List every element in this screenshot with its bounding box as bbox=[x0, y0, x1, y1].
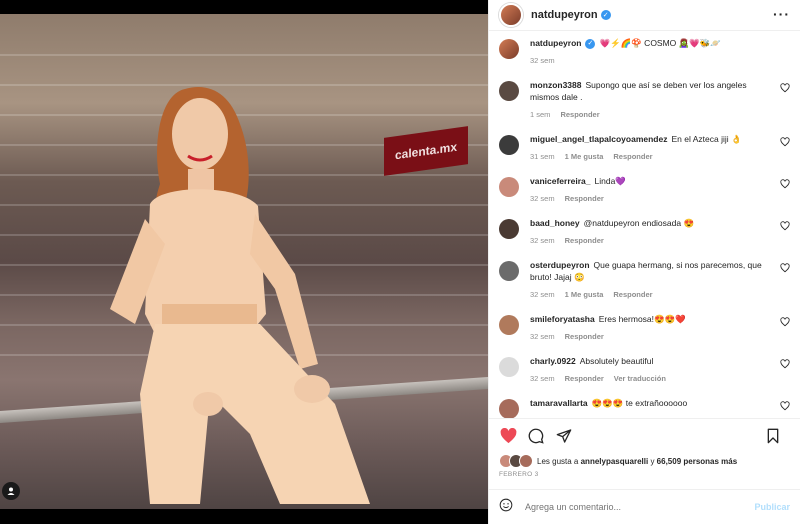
more-horizontal-icon[interactable]: ··· bbox=[773, 6, 790, 22]
woman-figure bbox=[110, 87, 370, 504]
comment-avatar[interactable] bbox=[499, 177, 519, 197]
comment-time[interactable]: 32 sem bbox=[530, 290, 555, 299]
likes-connector: y bbox=[650, 456, 655, 466]
reply-button[interactable]: Responder bbox=[565, 194, 604, 203]
comment-icon[interactable] bbox=[527, 427, 545, 445]
comment-like-icon[interactable] bbox=[780, 137, 790, 147]
comment-like-icon[interactable] bbox=[780, 317, 790, 327]
post-comment-button[interactable]: Publicar bbox=[754, 502, 790, 512]
comment-text: @natdupeyron endiosada 😍 bbox=[583, 218, 695, 228]
action-bar bbox=[489, 418, 800, 453]
reply-button[interactable]: Responder bbox=[565, 374, 604, 383]
comment-time[interactable]: 31 sem bbox=[530, 152, 555, 161]
comment-like-icon[interactable] bbox=[780, 359, 790, 369]
comment-likes[interactable]: 1 Me gusta bbox=[565, 290, 604, 299]
reply-button[interactable]: Responder bbox=[565, 332, 604, 341]
comment-avatar[interactable] bbox=[499, 81, 519, 101]
caption-time[interactable]: 32 sem bbox=[530, 56, 555, 65]
comment-text: 😍😍😍 te extrañoooooo bbox=[591, 398, 688, 408]
like-heart-icon[interactable] bbox=[499, 427, 517, 445]
likes-count[interactable]: 66,509 personas más bbox=[657, 457, 738, 466]
post-date[interactable]: FEBRERO 3 bbox=[489, 469, 800, 489]
comment-username[interactable]: baad_honey bbox=[530, 218, 580, 228]
comment-like-icon[interactable] bbox=[780, 221, 790, 231]
reply-button[interactable]: Responder bbox=[560, 110, 599, 119]
comment-avatar[interactable] bbox=[499, 399, 519, 418]
likes-prefix: Les gusta a bbox=[537, 456, 579, 466]
comment-time[interactable]: 32 sem bbox=[530, 236, 555, 245]
comment-item: miguel_angel_tlapalcoyoamendez En el Azte… bbox=[499, 133, 790, 163]
comment-item: monzon3388 Supongo que así se deben ver l… bbox=[499, 79, 790, 121]
comment-item: charly.0922 Absolutely beautiful 32 sem Res… bbox=[499, 355, 790, 385]
comment-avatar[interactable] bbox=[499, 315, 519, 335]
post-modal: calenta.mx natdupeyron ✓ ··· natdupeyron… bbox=[0, 0, 800, 524]
stadium-banner: calenta.mx bbox=[384, 126, 468, 176]
tag-user-icon[interactable] bbox=[2, 482, 20, 500]
translate-button[interactable]: Ver traducción bbox=[614, 374, 666, 383]
comment-text: Linda💜 bbox=[594, 176, 626, 186]
post-header: natdupeyron ✓ ··· bbox=[489, 0, 800, 31]
caption-avatar[interactable] bbox=[499, 39, 519, 59]
comment-username[interactable]: tamaravallarta bbox=[530, 398, 588, 408]
comment-like-icon[interactable] bbox=[780, 179, 790, 189]
bookmark-icon[interactable] bbox=[764, 427, 782, 445]
comment-like-icon[interactable] bbox=[780, 263, 790, 273]
comment-like-icon[interactable] bbox=[780, 83, 790, 93]
comment-text: Eres hermosa!😍😍❤️ bbox=[598, 314, 686, 324]
post-media: calenta.mx bbox=[0, 0, 488, 524]
emoji-icon[interactable] bbox=[499, 498, 513, 517]
comment-avatar[interactable] bbox=[499, 357, 519, 377]
comment-avatar[interactable] bbox=[499, 261, 519, 281]
reply-button[interactable]: Responder bbox=[565, 236, 604, 245]
comment-username[interactable]: charly.0922 bbox=[530, 356, 576, 366]
comment-username[interactable]: osterdupeyron bbox=[530, 260, 590, 270]
comment-username[interactable]: miguel_angel_tlapalcoyoamendez bbox=[530, 134, 667, 144]
likes-summary: Les gusta a annelypasquarelli y 66,509 p… bbox=[489, 453, 800, 469]
post-sidebar: natdupeyron ✓ ··· natdupeyron ✓ 💗⚡🌈🍄 COSMO… bbox=[488, 0, 800, 524]
comment-text: Absolutely beautiful bbox=[579, 356, 654, 366]
comment-username[interactable]: vaniceferreira_ bbox=[530, 176, 591, 186]
comment-time[interactable]: 32 sem bbox=[530, 374, 555, 383]
liker-avatar bbox=[519, 454, 533, 468]
comment-item: osterdupeyron Que guapa hermang, si nos p… bbox=[499, 259, 790, 301]
comment-username[interactable]: monzon3388 bbox=[530, 80, 582, 90]
comment-item: tamaravallarta 😍😍😍 te extrañoooooo bbox=[499, 397, 790, 418]
caption-text: 💗⚡🌈🍄 COSMO 🧟‍♀️💗🐝🪐 bbox=[599, 38, 721, 48]
comment-item: vaniceferreira_ Linda💜 32 sem Responder bbox=[499, 175, 790, 205]
avatar[interactable] bbox=[499, 3, 523, 27]
comment-time[interactable]: 1 sem bbox=[530, 110, 550, 119]
comment-item: baad_honey @natdupeyron endiosada 😍 32 sem… bbox=[499, 217, 790, 247]
reply-button[interactable]: Responder bbox=[613, 152, 652, 161]
comment-username[interactable]: smileforyatasha bbox=[530, 314, 595, 324]
comments-list[interactable]: natdupeyron ✓ 💗⚡🌈🍄 COSMO 🧟‍♀️💗🐝🪐 32 sem mo… bbox=[489, 31, 800, 418]
share-icon[interactable] bbox=[555, 427, 573, 445]
reply-button[interactable]: Responder bbox=[613, 290, 652, 299]
caption-username[interactable]: natdupeyron bbox=[530, 38, 581, 48]
comment-like-icon[interactable] bbox=[780, 401, 790, 411]
comment-likes[interactable]: 1 Me gusta bbox=[565, 152, 604, 161]
comment-box: Publicar bbox=[489, 489, 800, 524]
comment-avatar[interactable] bbox=[499, 135, 519, 155]
verified-badge-icon: ✓ bbox=[585, 38, 596, 49]
verified-badge-icon: ✓ bbox=[600, 10, 611, 20]
caption: natdupeyron ✓ 💗⚡🌈🍄 COSMO 🧟‍♀️💗🐝🪐 32 sem bbox=[499, 37, 790, 67]
comment-input[interactable] bbox=[523, 501, 755, 513]
comment-time[interactable]: 32 sem bbox=[530, 194, 555, 203]
comment-time[interactable]: 32 sem bbox=[530, 332, 555, 341]
comment-text: En el Azteca jiji 👌 bbox=[671, 134, 742, 144]
likes-user[interactable]: annelypasquarelli bbox=[581, 457, 649, 466]
post-photo[interactable]: calenta.mx bbox=[0, 14, 488, 509]
comment-avatar[interactable] bbox=[499, 219, 519, 239]
header-username[interactable]: natdupeyron bbox=[531, 9, 598, 21]
comment-item: smileforyatasha Eres hermosa!😍😍❤️ 32 sem Re… bbox=[499, 313, 790, 343]
